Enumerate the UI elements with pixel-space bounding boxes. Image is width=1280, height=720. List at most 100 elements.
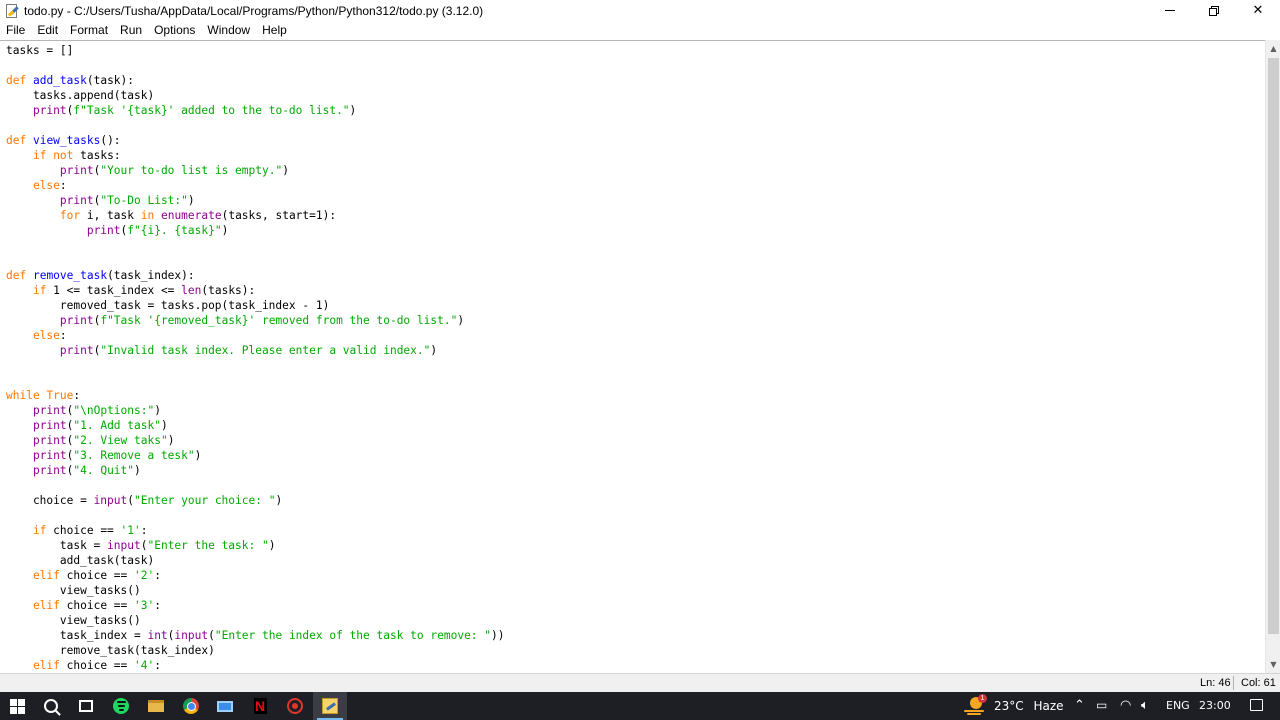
- code-line[interactable]: for i, task in enumerate(tasks, start=1)…: [6, 208, 505, 223]
- taskbar-recorder[interactable]: [278, 692, 312, 720]
- code-line[interactable]: print("2. View taks"): [6, 433, 505, 448]
- code-line[interactable]: choice = input("Enter your choice: "): [6, 493, 505, 508]
- code-editor[interactable]: tasks = [] def add_task(task): tasks.app…: [0, 40, 1265, 673]
- taskbar-idle[interactable]: [313, 692, 347, 720]
- minimize-button[interactable]: [1148, 0, 1192, 21]
- menu-edit[interactable]: Edit: [31, 21, 64, 40]
- code-line[interactable]: else:: [6, 178, 505, 193]
- code-line[interactable]: [6, 508, 505, 523]
- code-line[interactable]: print("3. Remove a tesk"): [6, 448, 505, 463]
- code-line[interactable]: [6, 253, 505, 268]
- windows-logo-icon: [9, 698, 25, 714]
- code-line[interactable]: print("To-Do List:"): [6, 193, 505, 208]
- code-line[interactable]: print(f"{i}. {task}"): [6, 223, 505, 238]
- code-line[interactable]: add_task(task): [6, 553, 505, 568]
- close-button[interactable]: ✕: [1236, 0, 1280, 21]
- scroll-down-arrow-icon[interactable]: ▼: [1266, 657, 1280, 672]
- code-line[interactable]: tasks = []: [6, 43, 505, 58]
- window-title: todo.py - C:/Users/Tusha/AppData/Local/P…: [24, 3, 484, 18]
- code-line[interactable]: elif choice == '3':: [6, 598, 505, 613]
- code-token: "Your to-do list is empty.": [100, 164, 283, 177]
- code-line[interactable]: print("1. Add task"): [6, 418, 505, 433]
- search-button[interactable]: [34, 692, 68, 720]
- language-indicator[interactable]: ENG: [1166, 699, 1190, 712]
- wifi-icon[interactable]: ◠: [1120, 698, 1131, 713]
- menu-help[interactable]: Help: [256, 21, 293, 40]
- code-token: (tasks, start=1):: [221, 209, 337, 222]
- taskbar-remote-desktop[interactable]: [208, 692, 242, 720]
- code-line[interactable]: if not tasks:: [6, 148, 505, 163]
- menu-options[interactable]: Options: [148, 21, 201, 40]
- scroll-thumb[interactable]: [1268, 58, 1279, 634]
- code-line[interactable]: print(f"Task '{task}' added to the to-do…: [6, 103, 505, 118]
- taskbar-file-explorer[interactable]: [139, 692, 173, 720]
- volume-icon[interactable]: 🔈︎: [1141, 698, 1149, 713]
- code-line[interactable]: def add_task(task):: [6, 73, 505, 88]
- weather-widget[interactable]: 23°C Haze: [994, 699, 1064, 713]
- code-token: tasks.append(task): [6, 89, 155, 102]
- code-line[interactable]: if choice == '1':: [6, 523, 505, 538]
- notification-icon[interactable]: [1250, 699, 1263, 711]
- code-line[interactable]: view_tasks(): [6, 613, 505, 628]
- code-text[interactable]: tasks = [] def add_task(task): tasks.app…: [6, 43, 505, 673]
- menu-format[interactable]: Format: [64, 21, 114, 40]
- code-line[interactable]: [6, 238, 505, 253]
- code-line[interactable]: print("\nOptions:"): [6, 403, 505, 418]
- task-view-button[interactable]: [69, 692, 103, 720]
- code-line[interactable]: if 1 <= task_index <= len(tasks):: [6, 283, 505, 298]
- code-line[interactable]: [6, 358, 505, 373]
- code-line[interactable]: task_index = int(input("Enter the index …: [6, 628, 505, 643]
- battery-icon[interactable]: ▭: [1096, 698, 1107, 712]
- code-line[interactable]: print("4. Quit"): [6, 463, 505, 478]
- code-line[interactable]: removed_task = tasks.pop(task_index - 1): [6, 298, 505, 313]
- code-line[interactable]: elif choice == '2':: [6, 568, 505, 583]
- code-line[interactable]: def view_tasks():: [6, 133, 505, 148]
- clock[interactable]: 23:00: [1199, 699, 1231, 712]
- taskbar-netflix[interactable]: N: [243, 692, 277, 720]
- code-line[interactable]: [6, 373, 505, 388]
- start-button[interactable]: [0, 692, 34, 720]
- code-token: (task):: [86, 74, 135, 87]
- code-token: in: [140, 209, 155, 222]
- code-line[interactable]: else:: [6, 328, 505, 343]
- vertical-scrollbar[interactable]: ▲ ▼: [1265, 40, 1280, 673]
- code-token: print: [32, 404, 67, 417]
- code-token: def: [6, 269, 27, 282]
- restore-button[interactable]: [1192, 0, 1236, 21]
- code-token: input: [174, 629, 209, 642]
- weather-description: Haze: [1033, 699, 1064, 713]
- menu-run[interactable]: Run: [114, 21, 148, 40]
- code-line[interactable]: while True:: [6, 388, 505, 403]
- code-line[interactable]: print("Your to-do list is empty."): [6, 163, 505, 178]
- code-line[interactable]: tasks.append(task): [6, 88, 505, 103]
- code-line[interactable]: task = input("Enter the task: "): [6, 538, 505, 553]
- code-line[interactable]: view_tasks(): [6, 583, 505, 598]
- scroll-up-arrow-icon[interactable]: ▲: [1266, 41, 1280, 56]
- code-line[interactable]: [6, 58, 505, 73]
- menu-window[interactable]: Window: [201, 21, 256, 40]
- close-icon: ✕: [1252, 3, 1264, 18]
- code-line[interactable]: [6, 478, 505, 493]
- code-line[interactable]: def remove_task(task_index):: [6, 268, 505, 283]
- code-line[interactable]: print("Invalid task index. Please enter …: [6, 343, 505, 358]
- code-token: print: [59, 164, 94, 177]
- code-token: "3. Remove a tesk": [73, 449, 195, 462]
- code-line[interactable]: remove_task(task_index): [6, 643, 505, 658]
- code-token: def: [6, 134, 27, 147]
- taskbar-chrome[interactable]: [174, 692, 208, 720]
- code-line[interactable]: print(f"Task '{removed_task}' removed fr…: [6, 313, 505, 328]
- chevron-up-icon[interactable]: ⌃: [1074, 698, 1085, 713]
- code-token: tasks:: [73, 149, 121, 162]
- title-bar[interactable]: todo.py - C:/Users/Tusha/AppData/Local/P…: [0, 0, 1280, 21]
- menu-file[interactable]: File: [0, 21, 31, 40]
- code-line[interactable]: elif choice == '4':: [6, 658, 505, 673]
- code-token: ): [187, 194, 195, 207]
- taskbar-spotify[interactable]: [104, 692, 138, 720]
- code-line[interactable]: [6, 118, 505, 133]
